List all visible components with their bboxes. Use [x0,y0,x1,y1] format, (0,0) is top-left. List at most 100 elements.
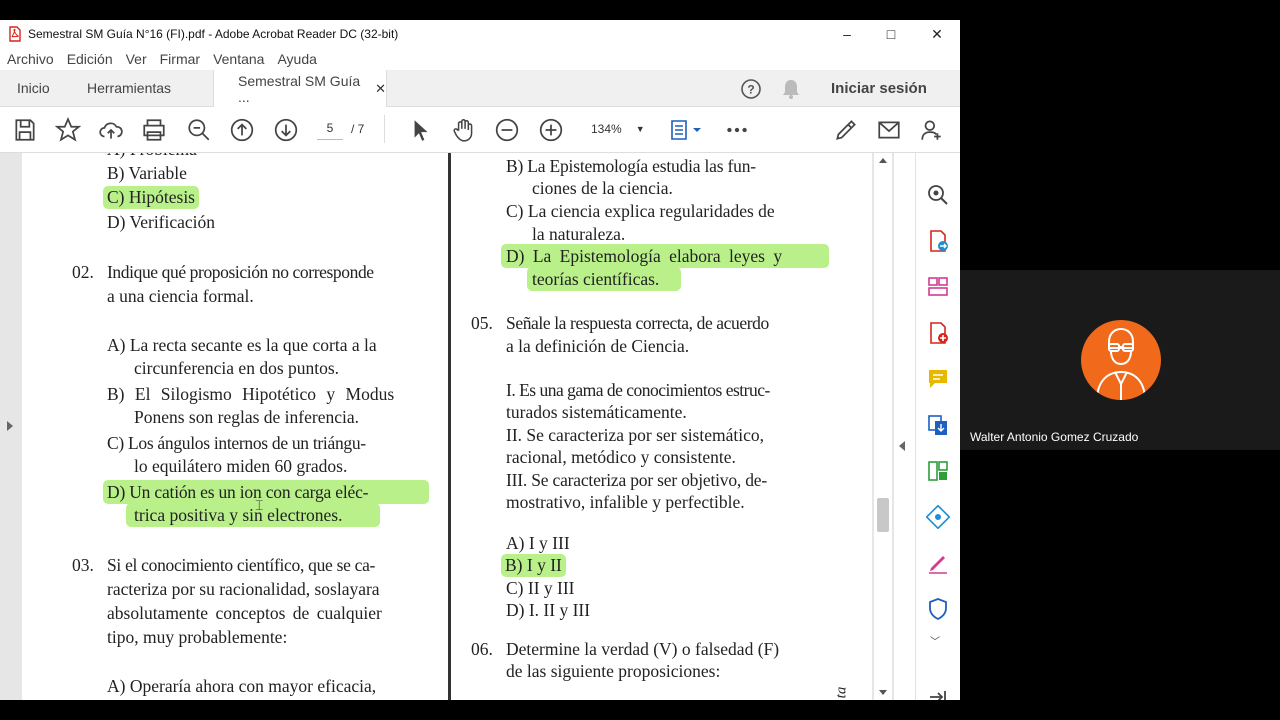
q02-text-line2: a una ciencia formal. [107,286,254,306]
acrobat-pdf-icon [9,26,21,42]
q01-option-b: B) Variable [107,163,187,183]
q05-statement-iii-line2: mostrativo, infalible y perfectible. [506,492,745,512]
menu-edicion[interactable]: Edición [67,51,113,67]
menu-bar: Archivo Edición Ver Firmar Ventana Ayuda [0,48,960,70]
print-icon[interactable] [141,117,167,143]
scroll-down-icon[interactable] [879,690,887,695]
q02-option-b-line1: B) El Silogismo Hipotético y Modus [107,384,395,404]
organize-pages-icon[interactable] [926,275,950,299]
right-panel-collapse-icon[interactable] [899,441,905,451]
zoom-value: 134% [591,122,622,136]
tab-document[interactable]: Semestral SM Guía ... ✕ [213,70,387,107]
document-view[interactable]: A) Problema B) Variable C) Hipótesis D) … [0,153,894,700]
send-for-comments-icon[interactable] [926,505,950,529]
menu-ver[interactable]: Ver [126,51,147,67]
share-link-pen-icon[interactable] [833,117,859,143]
menu-ventana[interactable]: Ventana [213,51,264,67]
q02-option-d-line1: D) Un catión es un ion con carga eléc- [107,482,369,502]
person-icon [1096,327,1146,400]
q05-number: 05. [471,313,493,333]
q04-option-d-line1: D) La Epistemología elabora leyes y [506,246,783,266]
menu-ayuda[interactable]: Ayuda [277,51,316,67]
add-user-icon[interactable] [919,117,945,143]
q04-option-c-line2: la naturaleza. [532,224,626,244]
participant-name: Walter Antonio Gomez Cruzado [970,430,1139,444]
video-participant-tile[interactable]: Walter Antonio Gomez Cruzado [960,270,1280,450]
more-tools-icon[interactable] [724,117,750,143]
q06-text-line1: Determine la verdad (V) o falsedad (F) [506,639,780,659]
window-title: Semestral SM Guía N°16 (FI).pdf - Adobe … [28,27,399,41]
q05-option-c: C) II y III [506,578,575,598]
q05-text-line2: a la definición de Ciencia. [506,336,690,356]
scroll-thumb[interactable] [877,498,889,532]
toolbar-divider [384,115,385,143]
page-edge-text: ta [833,686,850,699]
zoom-select[interactable]: 134% ▼ [583,119,645,139]
bell-icon[interactable] [781,78,801,100]
minimize-button[interactable]: – [824,20,870,48]
tools-pane: ﹀ [915,153,960,700]
q05-option-a: A) I y III [506,533,570,553]
zoom-out-search-icon[interactable] [186,117,212,143]
q01-option-c-highlighted: C) Hipótesis [103,186,199,209]
help-icon[interactable]: ? [740,78,762,100]
previous-page-icon[interactable] [229,117,255,143]
tab-inicio[interactable]: Inicio [17,70,50,106]
save-icon[interactable] [12,117,38,143]
maximize-button[interactable]: □ [868,20,914,48]
create-pdf-icon[interactable] [926,321,950,345]
tab-bar: Inicio Herramientas Semestral SM Guía ..… [0,70,960,107]
toolbar: 5 / 7 134% ▼ [0,107,960,153]
q05-option-b-highlighted: B) I y II [501,554,566,577]
protect-shield-icon[interactable] [926,597,950,621]
q02-option-a-line1: A) La recta secante es la que corta a la [107,335,377,355]
upload-cloud-icon[interactable] [98,117,124,143]
q02-text-line1: Indique qué proposición no corresponde [107,262,374,282]
fill-sign-icon[interactable] [926,551,950,575]
chevron-down-icon[interactable]: ﹀ [930,633,940,648]
combine-files-icon[interactable] [926,413,950,437]
tab-close-icon[interactable]: ✕ [375,81,386,97]
page-total: / 7 [351,122,365,136]
left-panel-expand-icon[interactable] [7,421,13,431]
next-page-icon[interactable] [273,117,299,143]
star-icon[interactable] [55,117,81,143]
collapse-pane-icon[interactable] [926,685,950,700]
select-cursor-icon[interactable] [407,117,433,143]
q02-option-d-line2: trica positiva y sin electrones. [134,505,343,525]
q03-text-line3: absolutamente conceptos de cualquier [107,603,382,623]
tab-document-label: Semestral SM Guía ... [238,72,361,105]
q02-option-b-line2: Ponens son reglas de inferencia. [134,407,359,427]
pdf-page: A) Problema B) Variable C) Hipótesis D) … [22,153,872,700]
q03-text-line1: Si el conocimiento científico, que se ca… [107,555,376,575]
sign-in-button[interactable]: Iniciar sesión [831,70,927,106]
q06-number: 06. [471,639,493,659]
page-number-input[interactable]: 5 [317,121,343,140]
q05-statement-ii-line2: racional, metódico y consistente. [506,447,736,467]
tab-herramientas[interactable]: Herramientas [87,70,171,106]
menu-archivo[interactable]: Archivo [7,51,54,67]
export-pdf-icon[interactable] [926,229,950,253]
zoom-out-icon[interactable] [494,117,520,143]
q03-text-line2: racteriza por su racionalidad, soslayara [107,579,380,599]
page-fit-icon[interactable] [669,117,705,143]
title-bar: Semestral SM Guía N°16 (FI).pdf - Adobe … [0,20,960,48]
menu-firmar[interactable]: Firmar [160,51,200,67]
search-zoom-icon[interactable] [926,183,950,207]
q01-option-d: D) Verificación [107,212,216,232]
email-icon[interactable] [876,117,902,143]
q04-option-c-line1: C) La ciencia explica regularidades de [506,201,775,221]
participant-avatar [1081,320,1161,400]
hand-tool-icon[interactable] [451,117,477,143]
q05-statement-i-line1: I. Es una gama de conocimientos estruc- [506,380,770,400]
q01-option-a: A) Problema [107,153,197,161]
svg-text:?: ? [747,83,754,97]
q05-option-d: D) I. II y III [506,600,591,620]
q02-option-a-line2: circunferencia en dos puntos. [134,358,340,378]
comment-icon[interactable] [926,367,950,391]
zoom-in-icon[interactable] [538,117,564,143]
edit-pdf-icon[interactable] [926,459,950,483]
vertical-scrollbar[interactable] [874,153,892,700]
scroll-up-icon[interactable] [879,158,887,163]
close-button[interactable]: ✕ [914,20,960,48]
